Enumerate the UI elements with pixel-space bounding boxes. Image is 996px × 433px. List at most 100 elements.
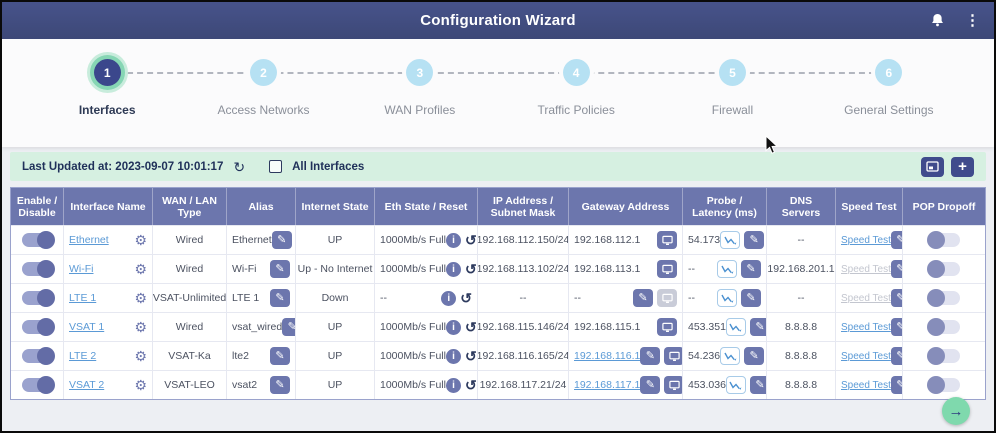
stepper-step[interactable]: 4 Traffic Policies bbox=[498, 59, 654, 117]
stepper-step[interactable]: 6 General Settings bbox=[811, 59, 967, 117]
latency-graph-button[interactable] bbox=[720, 347, 740, 365]
stepper-step[interactable]: 1 Interfaces bbox=[29, 59, 185, 117]
reset-icon[interactable]: ↺ bbox=[465, 262, 477, 276]
gateway-value[interactable]: 192.168.117.1 bbox=[574, 379, 640, 391]
edit-speed-test-button[interactable]: ✎ bbox=[891, 347, 903, 365]
latency-graph-button[interactable] bbox=[726, 318, 746, 336]
toggle-knob bbox=[37, 347, 55, 365]
edit-gateway-button[interactable]: ✎ bbox=[640, 347, 660, 365]
kebab-menu-icon[interactable]: ⋮ bbox=[961, 13, 984, 28]
info-icon[interactable]: i bbox=[446, 320, 461, 335]
gear-icon[interactable]: ⚙ bbox=[134, 378, 147, 392]
all-interfaces-checkbox[interactable] bbox=[269, 160, 282, 173]
enable-toggle[interactable] bbox=[22, 378, 53, 392]
info-icon[interactable]: i bbox=[446, 262, 461, 277]
card-view-button[interactable] bbox=[921, 157, 944, 177]
enable-toggle[interactable] bbox=[22, 291, 53, 305]
latency-graph-button[interactable] bbox=[717, 260, 737, 278]
speed-test-cell: Speed Test ✎ bbox=[836, 313, 903, 341]
reset-icon[interactable]: ↺ bbox=[465, 320, 477, 334]
edit-speed-test-button[interactable]: ✎ bbox=[891, 318, 903, 336]
enable-toggle[interactable] bbox=[22, 233, 53, 247]
step-number[interactable]: 1 bbox=[94, 59, 121, 86]
edit-speed-test-button[interactable]: ✎ bbox=[891, 376, 903, 394]
edit-probe-button[interactable]: ✎ bbox=[750, 376, 767, 394]
edit-alias-button[interactable]: ✎ bbox=[270, 347, 290, 365]
interface-link[interactable]: Ethernet bbox=[69, 234, 109, 246]
step-number[interactable]: 2 bbox=[250, 59, 277, 86]
pop-dropoff-toggle[interactable] bbox=[929, 349, 960, 363]
edit-speed-test-button[interactable]: ✎ bbox=[891, 289, 903, 307]
latency-graph-button[interactable] bbox=[717, 289, 737, 307]
ping-monitor-button[interactable] bbox=[657, 318, 677, 336]
gear-icon[interactable]: ⚙ bbox=[134, 291, 147, 305]
gear-icon[interactable]: ⚙ bbox=[134, 349, 147, 363]
enable-toggle[interactable] bbox=[22, 262, 53, 276]
speed-test-link[interactable]: Speed Test bbox=[841, 380, 891, 391]
speed-test-link[interactable]: Speed Test bbox=[841, 351, 891, 362]
speed-test-link[interactable]: Speed Test bbox=[841, 322, 891, 333]
bell-icon[interactable] bbox=[929, 13, 945, 29]
interface-link[interactable]: VSAT 2 bbox=[69, 379, 104, 391]
info-icon[interactable]: i bbox=[446, 233, 461, 248]
edit-gateway-button[interactable]: ✎ bbox=[633, 289, 653, 307]
info-icon[interactable]: i bbox=[446, 378, 461, 393]
edit-alias-button[interactable]: ✎ bbox=[270, 376, 290, 394]
latency-graph-button[interactable] bbox=[720, 231, 740, 249]
edit-speed-test-button[interactable]: ✎ bbox=[891, 260, 903, 278]
step-number[interactable]: 4 bbox=[563, 59, 590, 86]
gear-icon[interactable]: ⚙ bbox=[134, 262, 147, 276]
ping-monitor-button[interactable] bbox=[657, 231, 677, 249]
enable-toggle[interactable] bbox=[22, 320, 53, 334]
stepper-step[interactable]: 3 WAN Profiles bbox=[342, 59, 498, 117]
pop-dropoff-toggle[interactable] bbox=[929, 262, 960, 276]
pop-dropoff-toggle[interactable] bbox=[929, 378, 960, 392]
edit-probe-button[interactable]: ✎ bbox=[741, 260, 761, 278]
pop-dropoff-toggle[interactable] bbox=[929, 233, 960, 247]
gateway-value[interactable]: 192.168.116.1 bbox=[574, 350, 640, 362]
edit-speed-test-button[interactable]: ✎ bbox=[891, 231, 903, 249]
pop-dropoff-toggle[interactable] bbox=[929, 291, 960, 305]
stepper-step[interactable]: 2 Access Networks bbox=[185, 59, 341, 117]
edit-alias-button[interactable]: ✎ bbox=[272, 231, 292, 249]
reset-icon[interactable]: ↺ bbox=[465, 378, 477, 392]
reset-icon[interactable]: ↺ bbox=[460, 291, 472, 305]
next-step-button[interactable]: → bbox=[942, 397, 970, 425]
ping-monitor-button[interactable] bbox=[657, 260, 677, 278]
reset-icon[interactable]: ↺ bbox=[465, 349, 477, 363]
edit-probe-button[interactable]: ✎ bbox=[744, 347, 764, 365]
gear-icon[interactable]: ⚙ bbox=[134, 320, 147, 334]
probe-icons: ✎ bbox=[726, 376, 767, 394]
gear-icon[interactable]: ⚙ bbox=[134, 233, 147, 247]
pencil-icon: ✎ bbox=[896, 264, 903, 275]
edit-gateway-button[interactable]: ✎ bbox=[640, 376, 660, 394]
edit-probe-button[interactable]: ✎ bbox=[750, 318, 767, 336]
col-probe-latency: Probe / Latency (ms) bbox=[683, 188, 767, 225]
step-number[interactable]: 6 bbox=[875, 59, 902, 86]
pop-dropoff-toggle[interactable] bbox=[929, 320, 960, 334]
pencil-icon: ✎ bbox=[750, 351, 759, 362]
step-number[interactable]: 3 bbox=[406, 59, 433, 86]
add-interface-button[interactable]: + bbox=[951, 157, 974, 177]
edit-alias-button[interactable]: ✎ bbox=[270, 260, 290, 278]
pencil-icon: ✎ bbox=[755, 322, 764, 333]
interface-link[interactable]: LTE 1 bbox=[69, 292, 96, 304]
refresh-icon[interactable]: ↻ bbox=[233, 160, 245, 174]
ping-monitor-button[interactable] bbox=[664, 347, 683, 365]
latency-graph-button[interactable] bbox=[726, 376, 746, 394]
info-icon[interactable]: i bbox=[441, 291, 456, 306]
interface-link[interactable]: VSAT 1 bbox=[69, 321, 104, 333]
edit-alias-button[interactable]: ✎ bbox=[282, 318, 296, 336]
step-number[interactable]: 5 bbox=[719, 59, 746, 86]
edit-probe-button[interactable]: ✎ bbox=[741, 289, 761, 307]
edit-alias-button[interactable]: ✎ bbox=[270, 289, 290, 307]
edit-probe-button[interactable]: ✎ bbox=[744, 231, 764, 249]
interface-link[interactable]: LTE 2 bbox=[69, 350, 96, 362]
speed-test-link[interactable]: Speed Test bbox=[841, 235, 891, 246]
enable-toggle[interactable] bbox=[22, 349, 53, 363]
info-icon[interactable]: i bbox=[446, 349, 461, 364]
reset-icon[interactable]: ↺ bbox=[465, 233, 477, 247]
interface-link[interactable]: Wi-Fi bbox=[69, 263, 94, 275]
ping-monitor-button[interactable] bbox=[664, 376, 683, 394]
stepper-step[interactable]: 5 Firewall bbox=[654, 59, 810, 117]
